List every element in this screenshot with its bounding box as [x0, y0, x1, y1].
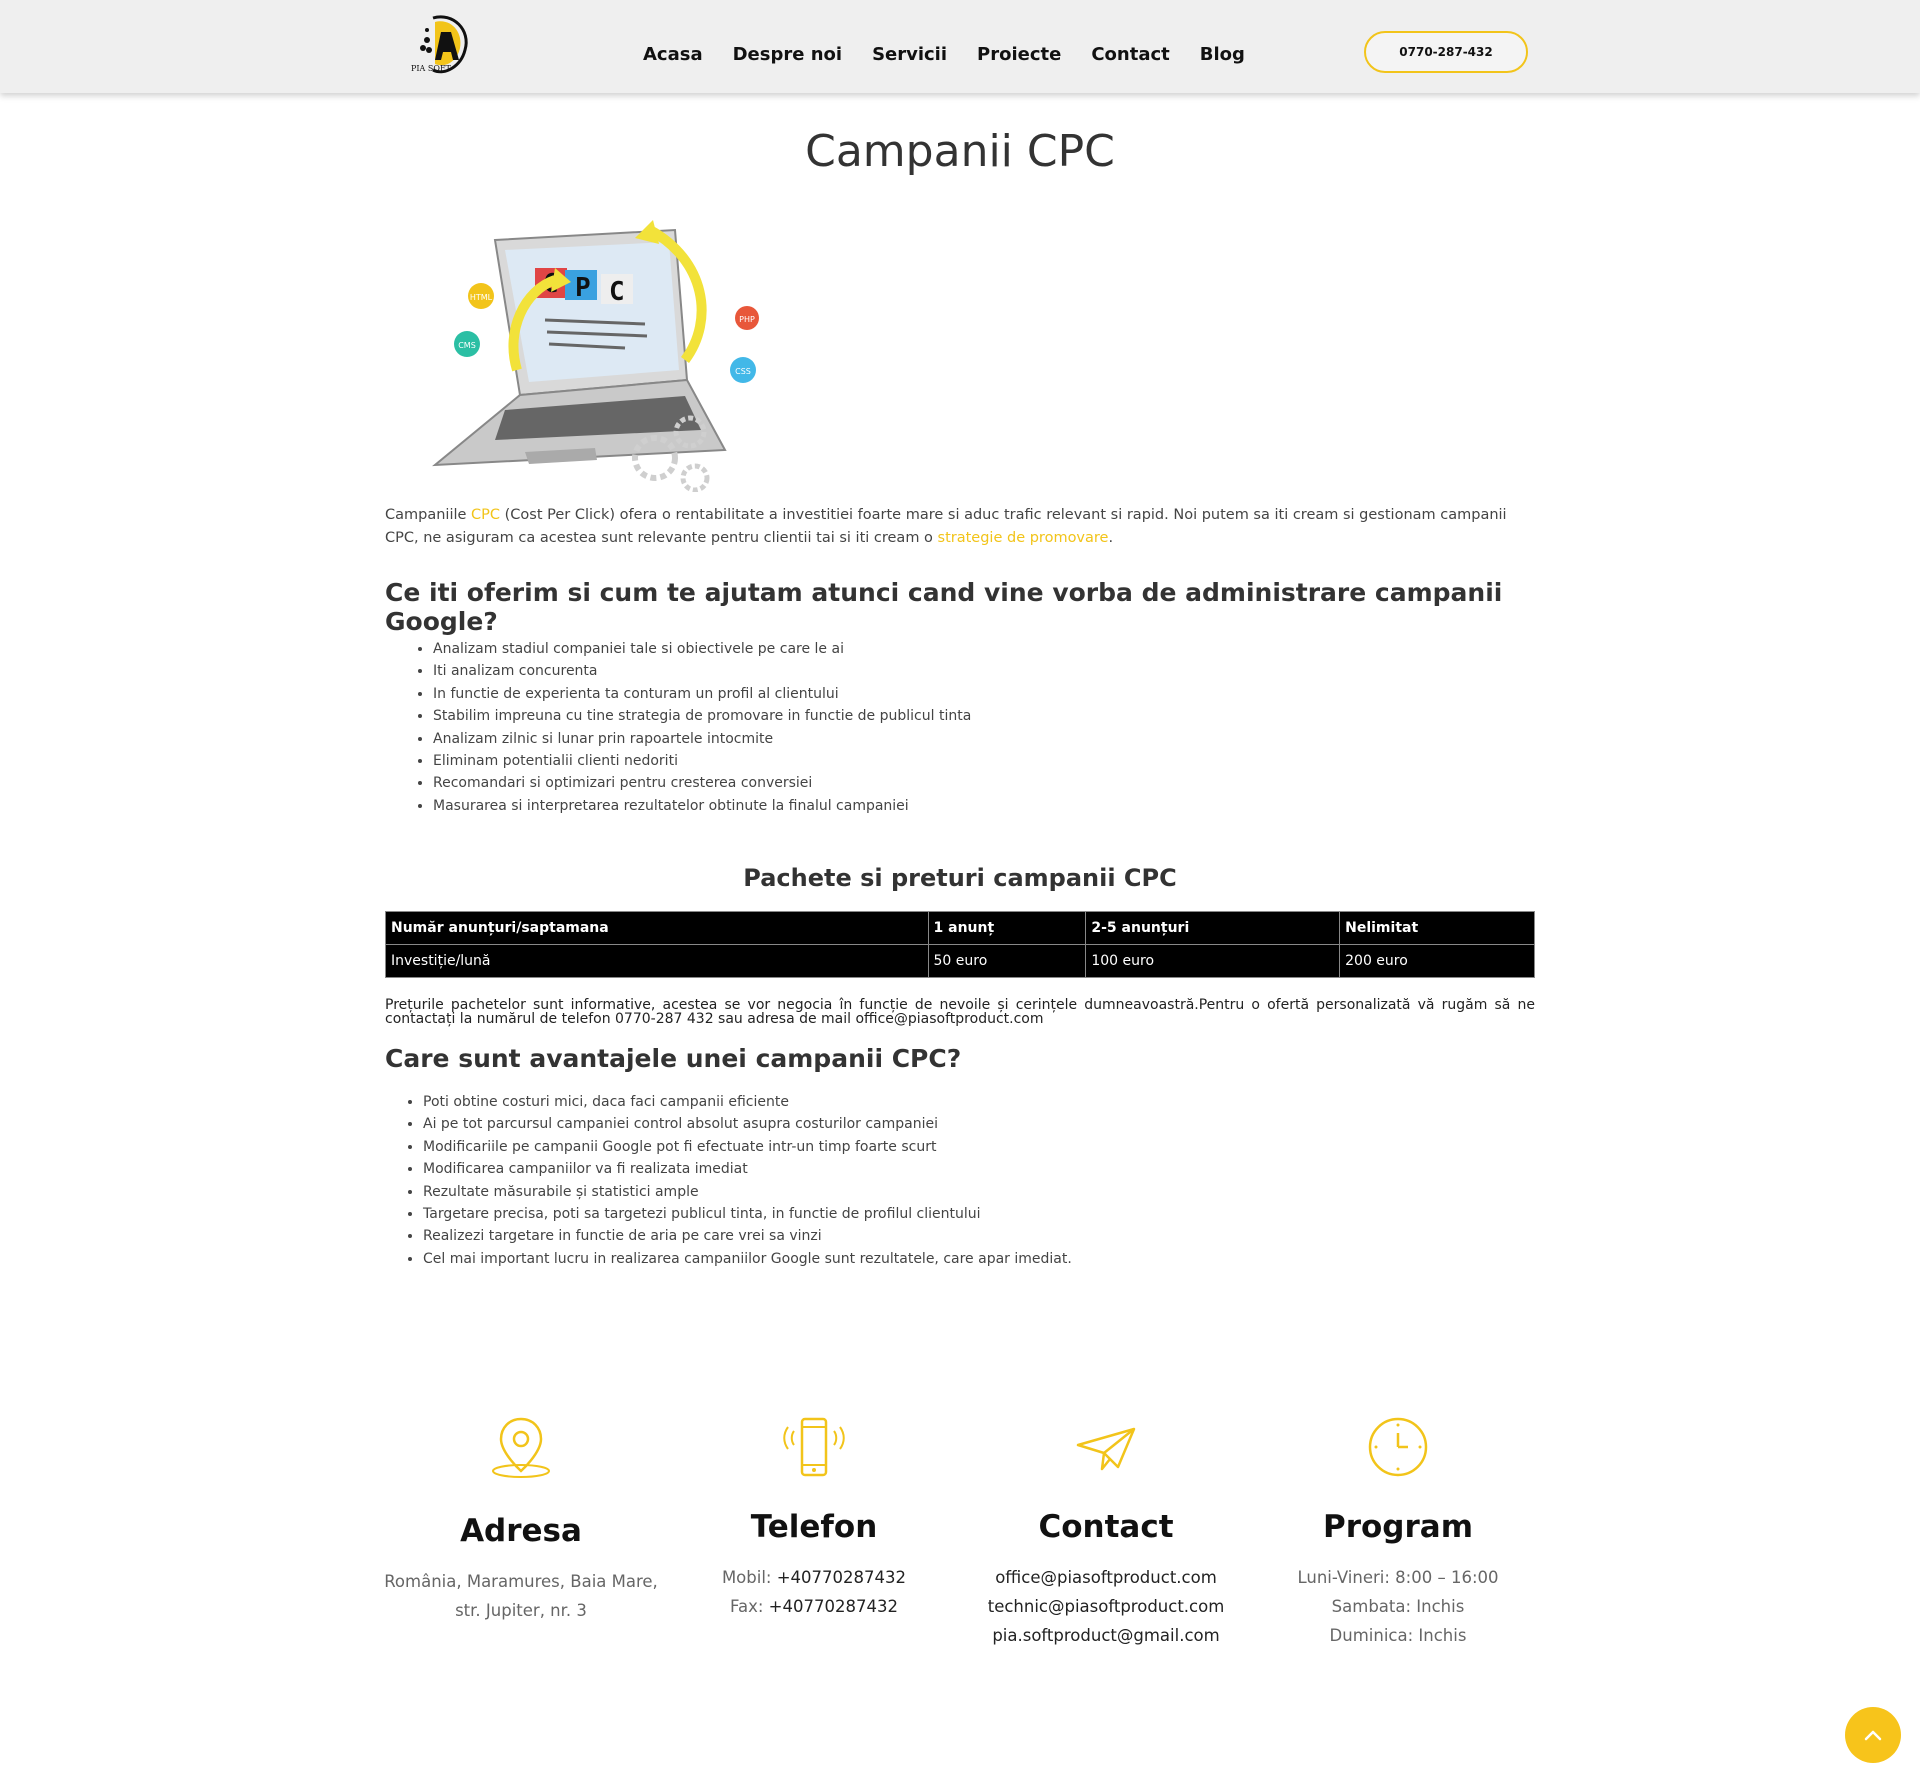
table-cell: 50 euro	[927, 944, 1087, 978]
table-header-cell: 2-5 anunțuri	[1085, 911, 1341, 945]
page-title: Campanii CPC	[805, 126, 1115, 177]
schedule-weekdays: Luni-Vineri: 8:00 – 16:00	[1297, 1568, 1499, 1587]
clock-icon	[1368, 1417, 1428, 1477]
list-item: Eliminam potentialii clienti nedoriti	[433, 750, 971, 772]
offer-list: Analizam stadiul companiei tale si obiec…	[415, 638, 971, 817]
list-item: Masurarea si interpretarea rezultatelor …	[433, 795, 971, 817]
list-item: Stabilim impreuna cu tine strategia de p…	[433, 705, 971, 727]
packages-heading: Pachete si preturi campanii CPC	[743, 864, 1177, 892]
list-item: Ai pe tot parcursul campaniei control ab…	[423, 1113, 1072, 1135]
list-item: Analizam zilnic si lunar prin rapoartele…	[433, 728, 971, 750]
fax-label: Fax:	[730, 1597, 764, 1616]
table-cell: 200 euro	[1339, 944, 1535, 978]
main-nav: Acasa Despre noi Servicii Proiecte Conta…	[643, 44, 1275, 65]
table-header-cell: Număr anunțuri/saptamana	[385, 911, 929, 945]
advantages-list: Poti obtine costuri mici, daca faci camp…	[405, 1091, 1072, 1270]
logo[interactable]: PIA SOFT	[405, 10, 475, 82]
cpc-link[interactable]: CPC	[471, 507, 500, 523]
list-item: Rezultate măsurabile și statistici ample	[423, 1181, 1072, 1203]
intro-text-1: Campaniile	[385, 507, 472, 523]
pricing-note: Prețurile pachetelor sunt informative, a…	[385, 997, 1535, 1027]
table-header-row: Număr anunțuri/saptamana 1 anunț 2-5 anu…	[385, 911, 1535, 945]
list-item: Cel mai important lucru in realizarea ca…	[423, 1248, 1072, 1270]
advantages-heading: Care sunt avantajele unei campanii CPC?	[385, 1044, 962, 1073]
schedule-title: Program	[1322, 1509, 1473, 1545]
schedule-block: Program Luni-Vineri: 8:00 – 16:00 Sambat…	[1248, 1415, 1548, 1650]
address-line-2: str. Jupiter, nr. 3	[455, 1601, 587, 1620]
smartphone-icon	[783, 1417, 845, 1477]
prices-table: Număr anunțuri/saptamana 1 anunț 2-5 anu…	[385, 911, 1535, 978]
fax-number-link[interactable]: +40770287432	[769, 1597, 898, 1616]
hero-letter-p: P	[575, 273, 591, 303]
list-item: Iti analizam concurenta	[433, 660, 971, 682]
contact-title: Contact	[1038, 1509, 1174, 1545]
strategy-link[interactable]: strategie de promovare	[938, 530, 1109, 546]
schedule-sunday: Duminica: Inchis	[1329, 1626, 1467, 1645]
table-cell: 100 euro	[1085, 944, 1341, 978]
laptop-cpc-illustration: C P C HTML CMS CSS PHP	[432, 220, 759, 493]
address-title: Adresa	[460, 1513, 582, 1549]
nav-blog[interactable]: Blog	[1200, 44, 1245, 65]
schedule-saturday: Sambata: Inchis	[1331, 1597, 1465, 1616]
chevron-up-icon	[1864, 1730, 1882, 1741]
email-technic-link[interactable]: technic@piasoftproduct.com	[988, 1597, 1225, 1616]
list-item: Modificarea campaniilor va fi realizata …	[423, 1158, 1072, 1180]
mobile-label: Mobil:	[721, 1568, 772, 1587]
nav-servicii[interactable]: Servicii	[872, 44, 947, 65]
hero-letter-c2: C	[609, 277, 625, 307]
hero-badge-php: PHP	[739, 315, 755, 324]
offer-heading: Ce iti oferim si cum te ajutam atunci ca…	[385, 578, 1503, 636]
mobile-number-link[interactable]: +40770287432	[777, 1568, 906, 1587]
contact-block: Contact office@piasoftproduct.com techni…	[956, 1415, 1256, 1650]
address-block: Adresa România, Maramures, Baia Mare, st…	[371, 1415, 671, 1625]
table-header-cell: 1 anunț	[927, 911, 1087, 945]
table-cell: Investiție/lună	[385, 944, 929, 978]
list-item: Realizezi targetare in functie de aria p…	[423, 1225, 1072, 1247]
table-row: Investiție/lună 50 euro 100 euro 200 eur…	[385, 944, 1535, 978]
phone-button[interactable]: 0770-287-432	[1364, 31, 1528, 73]
hero-badge-css: CSS	[735, 367, 751, 376]
scroll-to-top-button[interactable]	[1845, 1707, 1901, 1763]
list-item: Targetare precisa, poti sa targetezi pub…	[423, 1203, 1072, 1225]
hero-badge-cms: CMS	[458, 341, 476, 350]
email-office-link[interactable]: office@piasoftproduct.com	[995, 1568, 1217, 1587]
phone-block: Telefon Mobil: +40770287432 Fax: +407702…	[664, 1415, 964, 1621]
intro-paragraph: Campaniile CPC (Cost Per Click) ofera o …	[385, 504, 1535, 550]
nav-acasa[interactable]: Acasa	[643, 44, 703, 65]
list-item: Modificariile pe campanii Google pot fi …	[423, 1136, 1072, 1158]
address-line-1: România, Maramures, Baia Mare,	[384, 1572, 658, 1591]
table-header-cell: Nelimitat	[1339, 911, 1535, 945]
list-item: Poti obtine costuri mici, daca faci camp…	[423, 1091, 1072, 1113]
list-item: Recomandari si optimizari pentru crester…	[433, 772, 971, 794]
hero-image: C P C HTML CMS CSS PHP	[425, 220, 1115, 493]
nav-despre-noi[interactable]: Despre noi	[733, 44, 842, 65]
nav-proiecte[interactable]: Proiecte	[977, 44, 1061, 65]
logo-text: PIA SOFT	[411, 64, 451, 73]
paper-plane-icon	[1076, 1427, 1136, 1471]
phone-title: Telefon	[750, 1509, 878, 1545]
intro-text-3: .	[1108, 530, 1114, 546]
location-pin-icon	[492, 1417, 550, 1478]
hero-badge-html: HTML	[470, 293, 493, 302]
list-item: Analizam stadiul companiei tale si obiec…	[433, 638, 971, 660]
list-item: In functie de experienta ta conturam un …	[433, 683, 971, 705]
nav-contact[interactable]: Contact	[1091, 44, 1169, 65]
email-gmail-link[interactable]: pia.softproduct@gmail.com	[992, 1626, 1219, 1645]
site-header: PIA SOFT Acasa Despre noi Servicii Proie…	[0, 0, 1920, 93]
